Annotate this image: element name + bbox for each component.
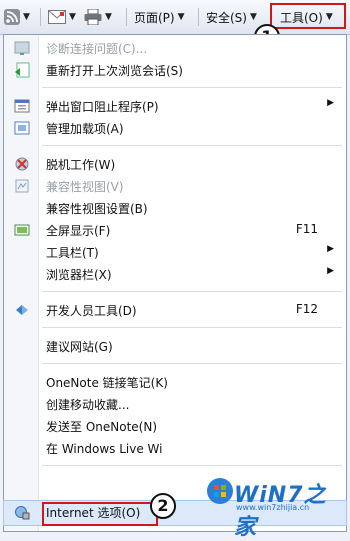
- menu-item-manage-addons[interactable]: 管理加载项(A): [4, 117, 346, 139]
- offline-icon: [15, 157, 29, 171]
- callout-badge-2: 2: [150, 493, 176, 519]
- fullscreen-icon: [14, 224, 30, 236]
- reopen-session-icon: [15, 62, 30, 78]
- mail-icon: [48, 10, 66, 24]
- page-menu-label: 页面(P): [134, 10, 175, 25]
- chevron-down-icon: ▼: [23, 12, 30, 22]
- windows-logo-icon: [207, 478, 233, 504]
- menu-item-developer-tools[interactable]: 开发人员工具(D) F12: [4, 299, 346, 321]
- compat-view-icon: [15, 179, 29, 193]
- fullscreen-shortcut: F11: [295, 222, 318, 236]
- menu-item-suggested-sites[interactable]: 建议网站(G): [4, 335, 346, 357]
- tools-highlight-box: [270, 3, 346, 29]
- menu-item-send-to-onenote[interactable]: 发送至 OneNote(N): [4, 415, 346, 437]
- dev-tools-icon: [16, 305, 28, 315]
- menu-item-explorer-bars[interactable]: 浏览器栏(X) ▶: [4, 263, 346, 285]
- printer-icon: [84, 9, 102, 25]
- internet-options-highlight-box: [42, 502, 158, 526]
- submenu-arrow-icon: ▶: [327, 244, 334, 254]
- menu-item-create-mobile-favorite[interactable]: 创建移动收藏...: [4, 393, 346, 415]
- watermark-logo: WiN7之家 www.win7zhijia.cn: [206, 471, 346, 540]
- internet-options-icon: [15, 506, 30, 520]
- chevron-down-icon: ▼: [177, 12, 185, 22]
- dev-tools-shortcut: F12: [295, 302, 318, 316]
- rss-icon: [4, 9, 20, 25]
- feeds-button[interactable]: ▼: [4, 7, 30, 27]
- safety-menu-button[interactable]: 安全(S) ▼: [206, 7, 257, 27]
- menu-item-fullscreen[interactable]: 全屏显示(F) F11: [4, 219, 346, 241]
- popup-blocker-icon: [14, 99, 30, 113]
- chevron-down-icon: ▼: [69, 12, 76, 22]
- menu-item-onenote-linked-notes[interactable]: OneNote 链接笔记(K): [4, 371, 346, 393]
- menu-item-toolbars[interactable]: 工具栏(T) ▶: [4, 241, 346, 263]
- tools-dropdown-menu: 诊断连接问题(C)... 重新打开上次浏览会话(S) 弹出窗口阻止程序(P) ▶…: [3, 34, 347, 540]
- print-button[interactable]: ▼: [84, 7, 112, 27]
- menu-item-windows-live[interactable]: 在 Windows Live Wi: [4, 437, 346, 459]
- menu-item-reopen-session[interactable]: 重新打开上次浏览会话(S): [4, 59, 346, 81]
- diagnose-icon: [14, 41, 30, 55]
- chevron-down-icon: ▼: [105, 12, 112, 22]
- watermark-url: www.win7zhijia.cn: [236, 503, 310, 512]
- read-mail-button[interactable]: ▼: [48, 7, 76, 27]
- menu-item-diagnose[interactable]: 诊断连接问题(C)...: [4, 37, 346, 59]
- menu-item-popup-blocker[interactable]: 弹出窗口阻止程序(P) ▶: [4, 95, 346, 117]
- command-bar: ▼ ▼ ▼ 页面(P) ▼ 安全(S) ▼ 工具(O) ▼: [0, 0, 350, 35]
- menu-item-compat-settings[interactable]: 兼容性视图设置(B): [4, 197, 346, 219]
- page-menu-button[interactable]: 页面(P) ▼: [134, 7, 185, 27]
- menu-item-compat-view[interactable]: 兼容性视图(V): [4, 175, 346, 197]
- submenu-arrow-icon: ▶: [327, 98, 334, 108]
- chevron-down-icon: ▼: [249, 12, 257, 22]
- safety-menu-label: 安全(S): [206, 10, 247, 25]
- menu-item-work-offline[interactable]: 脱机工作(W): [4, 153, 346, 175]
- submenu-arrow-icon: ▶: [327, 266, 334, 276]
- addons-icon: [14, 121, 30, 135]
